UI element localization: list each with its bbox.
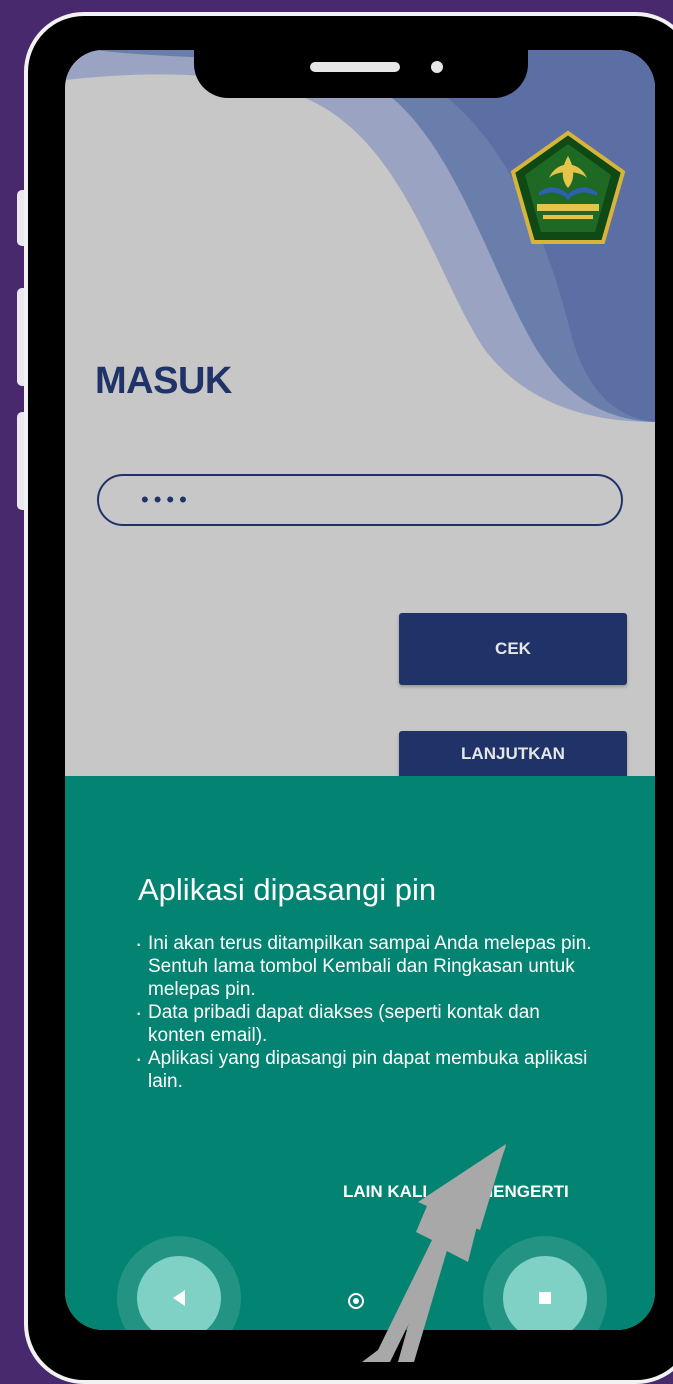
pointer-arrow-icon bbox=[362, 1144, 506, 1362]
